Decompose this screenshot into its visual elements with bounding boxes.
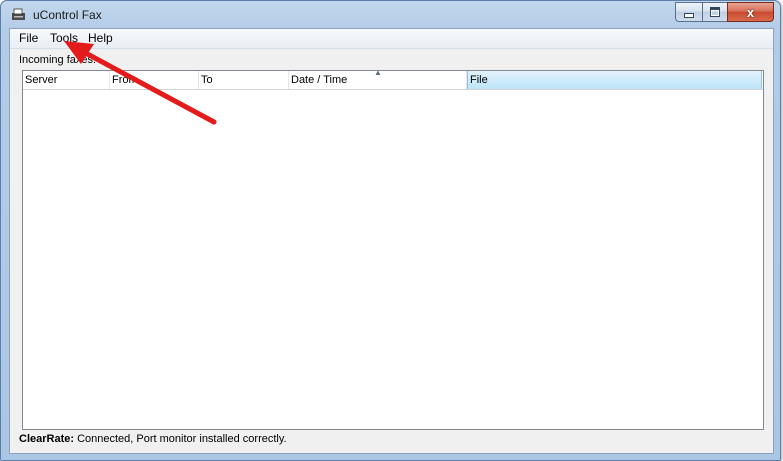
status-text: ClearRate: Connected, Port monitor insta… — [19, 433, 287, 445]
sort-ascending-icon: ▲ — [374, 68, 382, 77]
title-bar[interactable]: uControl Fax x — [1, 1, 780, 28]
main-window: uControl Fax x File Tools Help Incoming … — [0, 0, 781, 461]
column-file-label: File — [470, 74, 488, 86]
column-server-label: Server — [25, 74, 58, 86]
close-button[interactable]: x — [727, 2, 774, 22]
menu-bar: File Tools Help — [10, 29, 773, 49]
menu-tools[interactable]: Tools — [47, 30, 81, 46]
column-date-time-label: Date / Time — [291, 74, 348, 86]
window-title: uControl Fax — [33, 8, 102, 22]
fax-app-icon — [12, 8, 25, 20]
maximize-button[interactable] — [702, 2, 727, 22]
column-header-server[interactable]: Server — [23, 71, 110, 89]
menu-help[interactable]: Help — [85, 30, 116, 46]
column-header-to[interactable]: To — [199, 71, 289, 89]
column-to-label: To — [201, 74, 213, 86]
fax-list[interactable]: Server From To Date / Time ▲ File — [22, 68, 764, 430]
maximize-icon — [710, 7, 720, 17]
client-area: File Tools Help Incoming faxes: Server F… — [9, 28, 774, 454]
status-product-label: ClearRate: — [19, 433, 75, 445]
incoming-faxes-label: Incoming faxes: — [19, 54, 97, 66]
column-header-file[interactable]: File — [467, 71, 762, 89]
minimize-icon — [684, 12, 694, 18]
minimize-button[interactable] — [675, 2, 702, 22]
column-from-label: From — [112, 74, 138, 86]
list-header: Server From To Date / Time ▲ File — [23, 68, 763, 90]
close-icon: x — [746, 4, 755, 20]
status-message: Connected, Port monitor installed correc… — [74, 433, 287, 445]
caption-buttons: x — [675, 2, 774, 22]
menu-file[interactable]: File — [16, 30, 41, 46]
column-header-from[interactable]: From — [110, 71, 199, 89]
